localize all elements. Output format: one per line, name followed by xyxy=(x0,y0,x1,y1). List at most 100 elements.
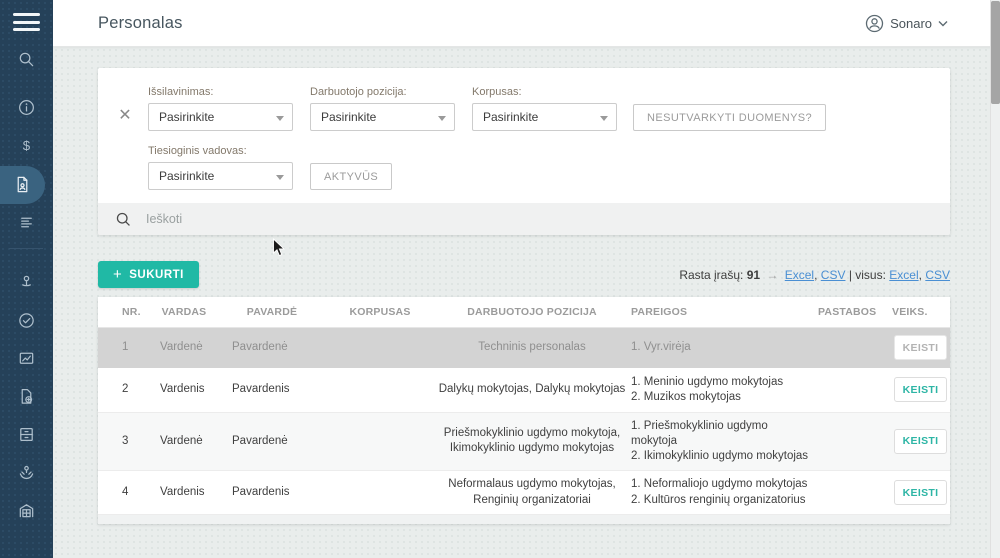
filter-card: ✕ Išsilavinimas: Pasirinkite Darbuotojo … xyxy=(98,68,950,235)
sidebar-item-approvals[interactable] xyxy=(0,302,53,340)
cell-vardas: Vardenis xyxy=(150,368,218,412)
filter-select-building[interactable]: Pasirinkite xyxy=(472,103,617,131)
search-icon xyxy=(115,211,132,228)
unsorted-data-button[interactable]: NESUTVARKYTI DUOMENYS? xyxy=(633,104,826,131)
column-header-nr: NR. xyxy=(98,297,150,327)
support-hands-icon xyxy=(17,463,36,482)
filter-label-position: Darbuotojo pozicija: xyxy=(310,86,455,98)
create-button[interactable]: + SUKURTI xyxy=(98,261,199,288)
search-input[interactable] xyxy=(146,212,950,226)
cell-pastabos xyxy=(818,412,890,471)
filter-label-building: Korpusas: xyxy=(472,86,617,98)
create-button-label: SUKURTI xyxy=(129,269,184,281)
page-title: Personalas xyxy=(98,14,183,33)
user-menu[interactable]: Sonaro xyxy=(865,14,948,33)
comma: , xyxy=(919,268,922,282)
cell-pastabos xyxy=(818,327,890,368)
column-header-pareigos: PAREIGOS xyxy=(630,297,818,327)
results-label: Rasta įrašų: xyxy=(679,268,743,282)
dollar-icon xyxy=(17,136,36,155)
sidebar-item-finance[interactable] xyxy=(0,127,53,165)
warehouse-icon xyxy=(17,501,36,520)
column-header-veiks: VEIKS. xyxy=(890,297,950,327)
cell-korpusas xyxy=(326,368,434,412)
search-bar xyxy=(98,203,950,235)
table-row: 4 Vardenis Pavardenis Neformalaus ugdymo… xyxy=(98,471,950,515)
filter-panel: ✕ Išsilavinimas: Pasirinkite Darbuotojo … xyxy=(98,68,950,203)
export-excel-link[interactable]: Excel xyxy=(785,268,814,282)
column-header-pozicija: DARBUOTOJO POZICIJA xyxy=(434,297,630,327)
close-filters-icon[interactable]: ✕ xyxy=(114,105,136,127)
column-header-pavarde: PAVARDĖ xyxy=(218,297,326,327)
cell-pavarde: Pavardenė xyxy=(218,327,326,368)
table-row-partial xyxy=(98,515,950,524)
cell-pareigos: 1. Neformaliojo ugdymo mokytojas 2. Kult… xyxy=(630,471,818,515)
check-badge-icon xyxy=(17,311,36,330)
sidebar-divider xyxy=(9,248,43,249)
list-icon xyxy=(17,213,36,232)
export-all-csv-link[interactable]: CSV xyxy=(925,268,950,282)
table-body: 1 Vardenė Pavardenė Techninis personalas… xyxy=(98,327,950,515)
cell-pavarde: Pavardenis xyxy=(218,471,326,515)
cell-vardas: Vardenė xyxy=(150,327,218,368)
cell-pareigos: 1. Meninio ugdymo mokytojas 2. Muzikos m… xyxy=(630,368,818,412)
edit-button[interactable]: KEISTI xyxy=(894,335,947,360)
user-icon xyxy=(865,14,884,33)
edit-button[interactable]: KEISTI xyxy=(894,377,947,402)
scrollbar-thumb[interactable] xyxy=(991,1,1000,104)
cell-pozicija: Priešmokyklinio ugdymo mokytoja, Ikimoky… xyxy=(434,412,630,471)
filter-label-supervisor: Tiesioginis vadovas: xyxy=(148,145,293,157)
info-icon xyxy=(17,98,36,117)
cell-vardas: Vardenis xyxy=(150,471,218,515)
sidebar-item-reports[interactable] xyxy=(0,340,53,378)
sidebar-item-search[interactable] xyxy=(0,41,53,79)
cell-korpusas xyxy=(326,471,434,515)
menu-icon[interactable] xyxy=(0,0,53,31)
cell-pozicija: Neformalaus ugdymo mokytojas, Renginių o… xyxy=(434,471,630,515)
results-all-separator: | visus: xyxy=(849,268,886,282)
results-summary: Rasta įrašų: 91 → Excel, CSV | visus: Ex… xyxy=(679,268,950,282)
cell-pareigos: 1. Vyr.virėja xyxy=(630,327,818,368)
comma: , xyxy=(814,268,817,282)
toolbar: + SUKURTI Rasta įrašų: 91 → Excel, CSV |… xyxy=(98,261,950,288)
filter-select-education[interactable]: Pasirinkite xyxy=(148,103,293,131)
sidebar-item-add-document[interactable] xyxy=(0,378,53,416)
cell-pareigos: 1. Priešmokyklinio ugdymo mokytoja 2. Ik… xyxy=(630,412,818,471)
archive-box-icon xyxy=(17,425,36,444)
cell-pastabos xyxy=(818,471,890,515)
cell-pozicija: Techninis personalas xyxy=(434,327,630,368)
vertical-scrollbar[interactable] xyxy=(990,0,1000,558)
file-add-icon xyxy=(17,387,36,406)
filter-select-education-value: Pasirinkite xyxy=(159,110,214,124)
personnel-file-icon xyxy=(13,175,32,194)
cell-nr: 2 xyxy=(98,368,150,412)
export-all-excel-link[interactable]: Excel xyxy=(889,268,918,282)
sidebar-item-personnel[interactable] xyxy=(0,166,45,204)
sidebar-item-person-pin[interactable] xyxy=(0,264,53,302)
sidebar-nav xyxy=(0,36,53,530)
plus-icon: + xyxy=(113,266,122,283)
cell-pavarde: Pavardenis xyxy=(218,368,326,412)
user-name: Sonaro xyxy=(890,16,932,31)
sidebar-item-list[interactable] xyxy=(0,204,53,242)
export-csv-link[interactable]: CSV xyxy=(821,268,846,282)
filter-select-supervisor-value: Pasirinkite xyxy=(159,169,214,183)
arrow-icon: → xyxy=(766,268,778,282)
sidebar-item-info[interactable] xyxy=(0,89,53,127)
filter-select-position-value: Pasirinkite xyxy=(321,110,376,124)
filter-select-building-value: Pasirinkite xyxy=(483,110,538,124)
filter-select-position[interactable]: Pasirinkite xyxy=(310,103,455,131)
edit-button[interactable]: KEISTI xyxy=(894,480,947,505)
sidebar-item-archive[interactable] xyxy=(0,416,53,454)
active-filter-button[interactable]: AKTYVŪS xyxy=(310,163,392,190)
cell-vardas: Vardenė xyxy=(150,412,218,471)
cell-pastabos xyxy=(818,368,890,412)
sidebar-item-warehouse[interactable] xyxy=(0,492,53,530)
cell-korpusas xyxy=(326,412,434,471)
chart-icon xyxy=(17,349,36,368)
filter-select-supervisor[interactable]: Pasirinkite xyxy=(148,162,293,190)
sidebar-item-support[interactable] xyxy=(0,454,53,492)
edit-button[interactable]: KEISTI xyxy=(894,429,947,454)
column-header-korpusas: KORPUSAS xyxy=(326,297,434,327)
topbar: Personalas Sonaro xyxy=(53,0,1000,47)
